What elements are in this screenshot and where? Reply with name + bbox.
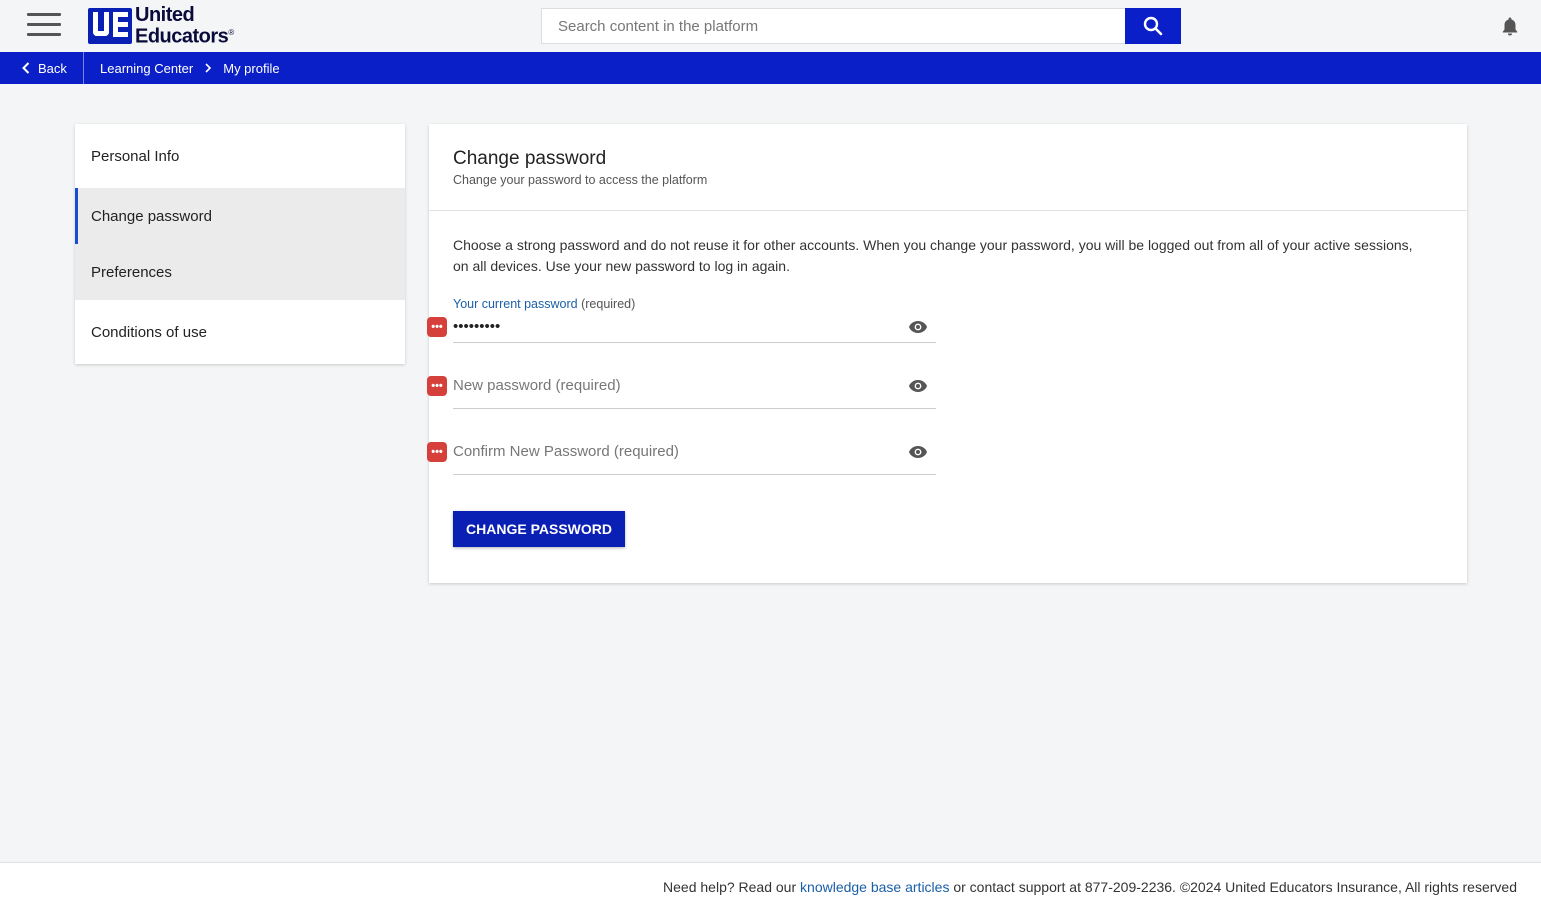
breadcrumb-learning-center[interactable]: Learning Center — [100, 61, 193, 76]
sidebar-item-personal-info[interactable]: Personal Info — [75, 124, 405, 188]
current-password-label: Your current password (required) — [453, 297, 636, 311]
footer: Need help? Read our knowledge base artic… — [0, 862, 1541, 911]
sidebar-item-preferences[interactable]: Preferences — [75, 244, 405, 300]
page-subtitle: Change your password to access the platf… — [453, 173, 708, 187]
confirm-password-field: ••• — [427, 429, 936, 475]
search-bar — [541, 8, 1181, 44]
sidebar-item-change-password[interactable]: Change password — [75, 188, 405, 244]
hamburger-menu-icon[interactable] — [27, 13, 61, 39]
card-header: Change password Change your password to … — [429, 124, 1467, 211]
search-button[interactable] — [1125, 8, 1181, 44]
change-password-card: Change password Change your password to … — [427, 124, 1467, 583]
password-manager-icon[interactable]: ••• — [427, 316, 447, 337]
ue-logo-mark — [88, 8, 132, 44]
search-input[interactable] — [541, 8, 1125, 44]
notifications-bell-icon[interactable] — [1501, 16, 1519, 36]
new-password-field: ••• — [427, 363, 936, 409]
chevron-left-icon — [22, 62, 30, 74]
back-button[interactable]: Back — [0, 52, 84, 84]
new-password-input[interactable] — [453, 370, 908, 401]
breadcrumb: Learning Center My profile — [100, 52, 280, 84]
knowledge-base-link[interactable]: knowledge base articles — [800, 879, 949, 895]
show-password-eye-icon[interactable] — [908, 317, 928, 337]
password-guidance-text: Choose a strong password and do not reus… — [453, 237, 1413, 274]
current-password-field: ••• — [427, 311, 936, 343]
united-educators-logo[interactable]: United Educators® — [88, 3, 234, 48]
chevron-right-icon — [205, 63, 212, 73]
breadcrumb-bar: Back Learning Center My profile — [0, 52, 1541, 84]
breadcrumb-my-profile: My profile — [223, 60, 280, 76]
top-bar: United Educators® — [0, 0, 1541, 52]
confirm-password-input[interactable] — [453, 436, 908, 467]
page-title: Change password — [453, 148, 607, 169]
password-manager-icon[interactable]: ••• — [427, 375, 447, 396]
change-password-button[interactable]: CHANGE PASSWORD — [453, 511, 625, 547]
profile-sidebar: Personal Info Change password Preference… — [75, 124, 405, 364]
current-password-input[interactable] — [453, 311, 908, 342]
back-label: Back — [38, 60, 67, 76]
show-password-eye-icon[interactable] — [908, 376, 928, 396]
logo-text: United Educators® — [135, 3, 234, 48]
footer-help-text: Need help? Read our knowledge base artic… — [663, 879, 1517, 895]
card-body: Choose a strong password and do not reus… — [427, 211, 1467, 547]
show-password-eye-icon[interactable] — [908, 442, 928, 462]
search-icon — [1143, 16, 1163, 36]
sidebar-item-conditions-of-use[interactable]: Conditions of use — [75, 300, 405, 364]
password-manager-icon[interactable]: ••• — [427, 441, 447, 462]
